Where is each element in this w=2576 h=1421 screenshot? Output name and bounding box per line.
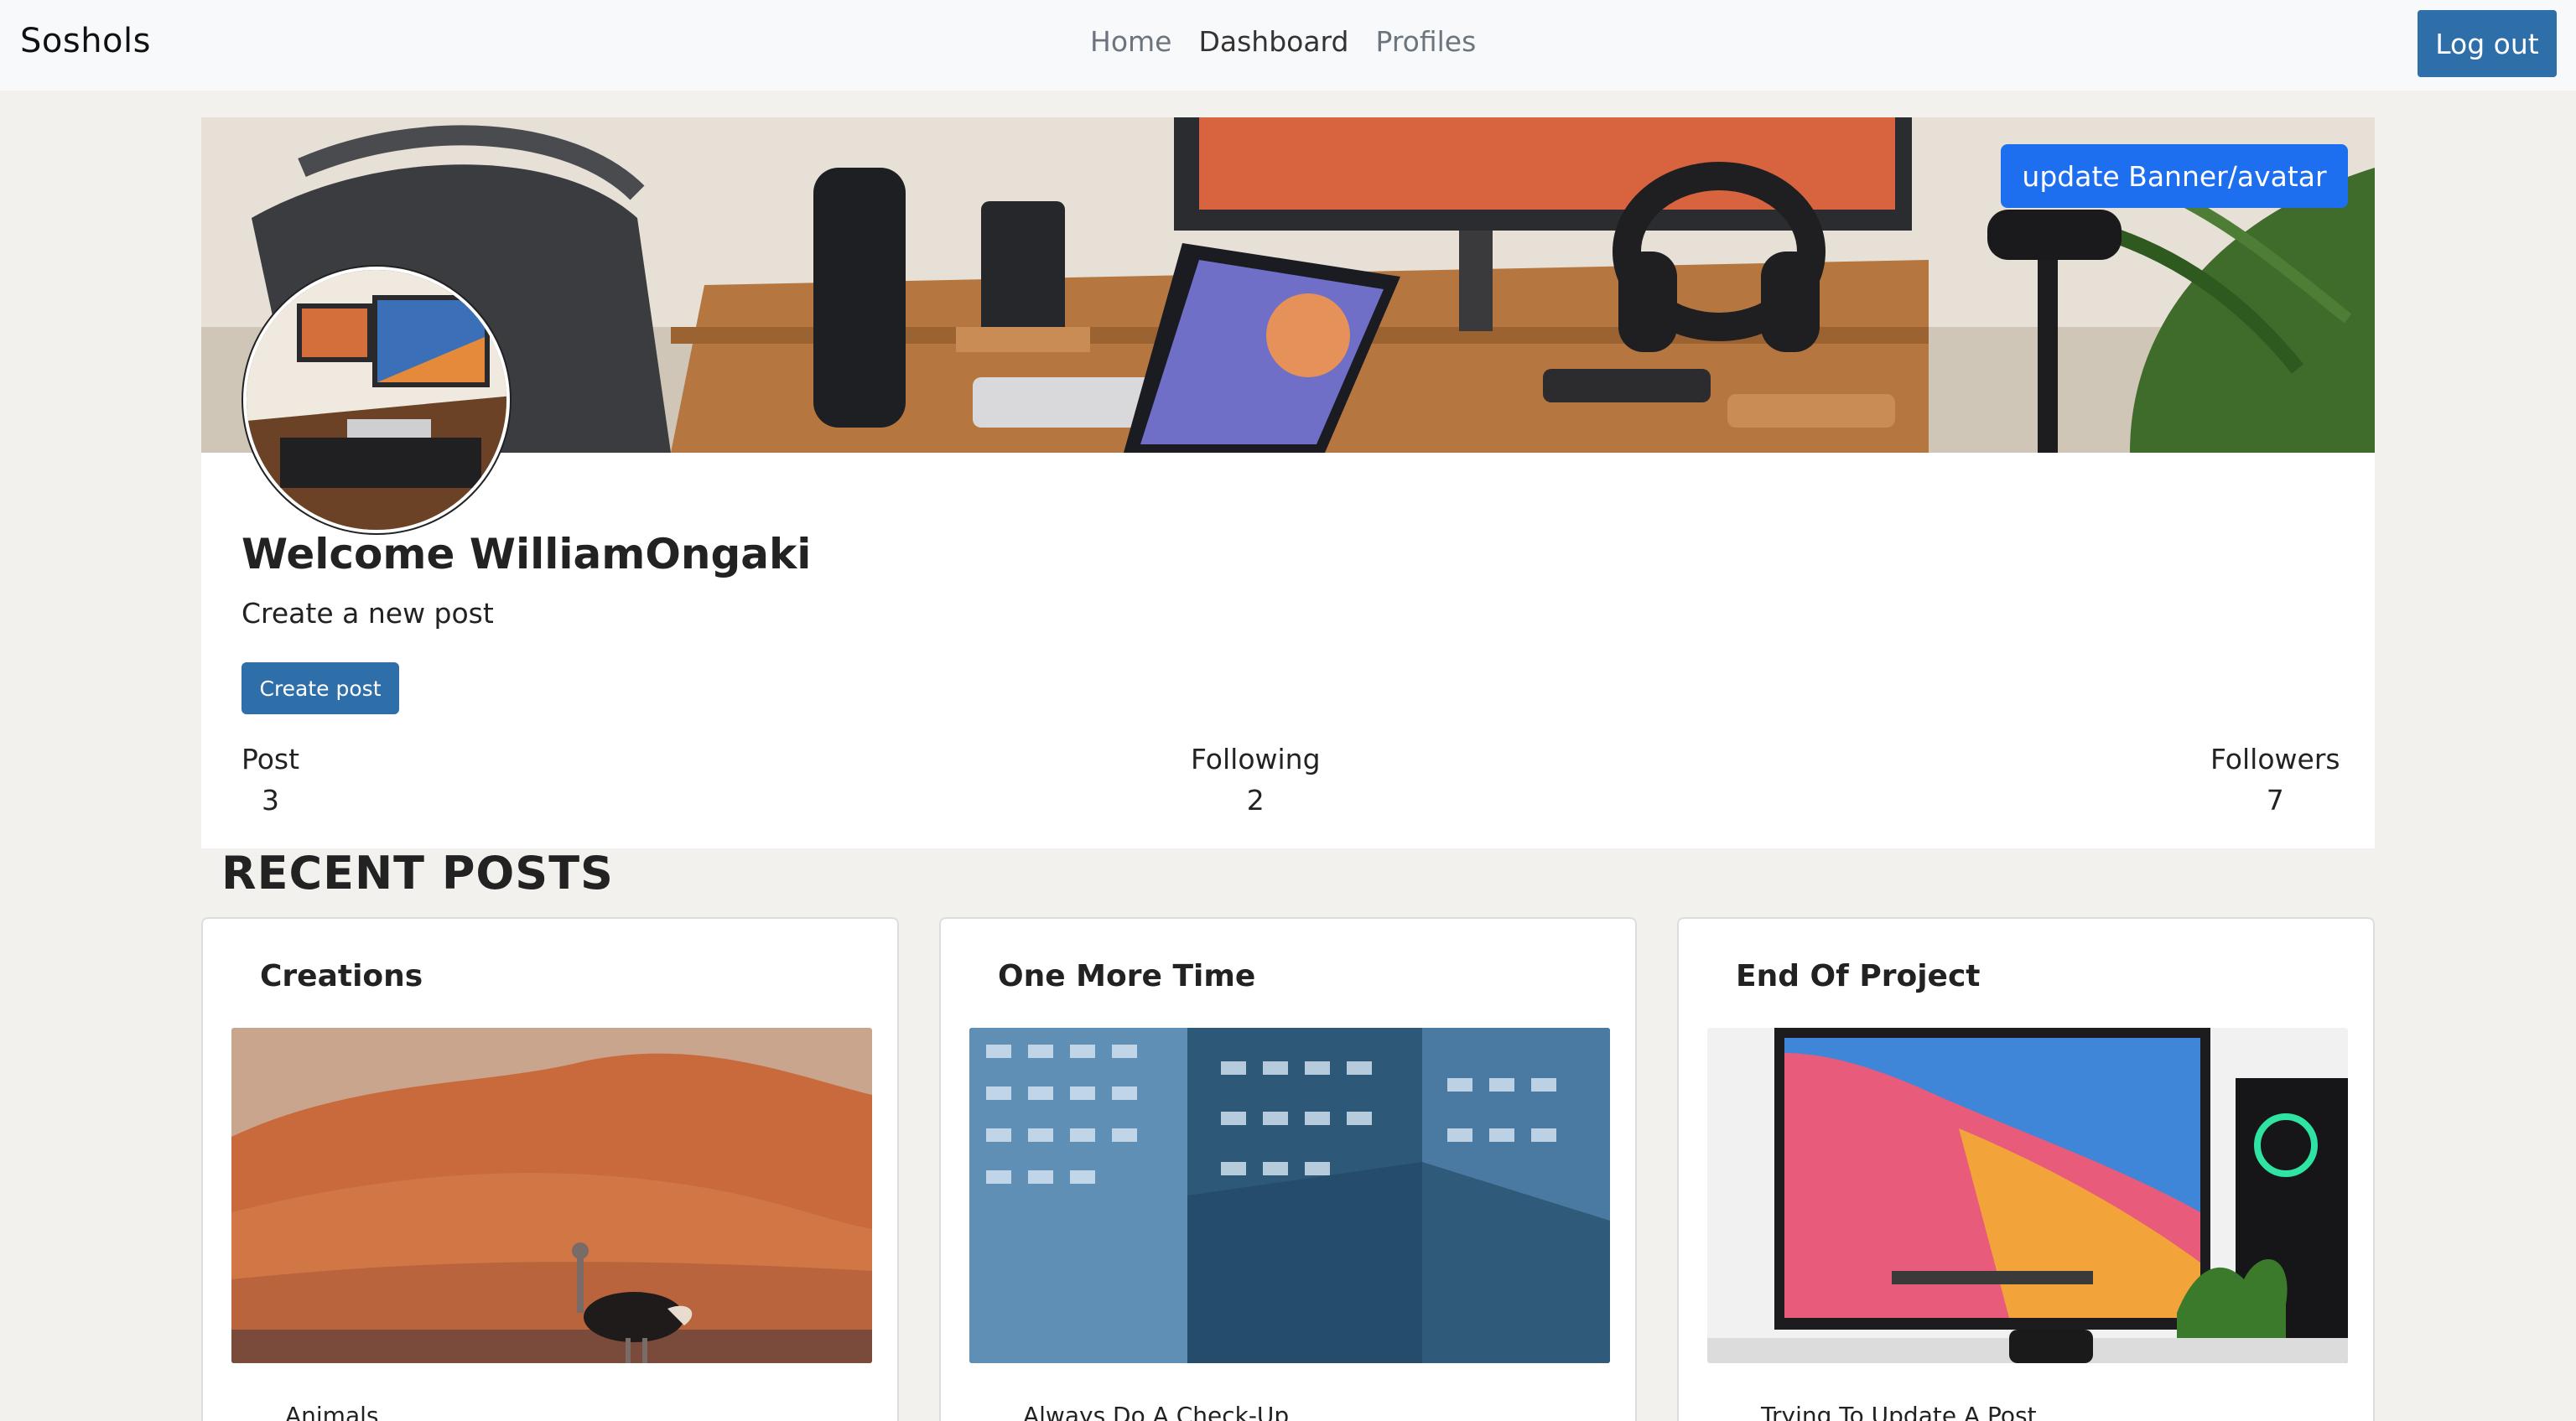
avatar-image (247, 270, 506, 530)
post-image-office-building[interactable] (969, 1028, 1610, 1363)
nav-link-profiles[interactable]: Profiles (1376, 25, 1477, 58)
top-navbar: Soshols Home Dashboard Profiles Log out (0, 0, 2576, 91)
post-card-creations[interactable]: Creations Animals (201, 917, 899, 1421)
stat-following-value: 2 (1246, 784, 1265, 817)
post-image-desert-ostrich[interactable] (231, 1028, 872, 1363)
stat-following[interactable]: Following 2 (1191, 743, 1321, 817)
nav-link-home[interactable]: Home (1090, 25, 1171, 58)
stat-posts-value: 3 (262, 784, 280, 817)
post-caption: Trying To Update A Post (1761, 1402, 2037, 1421)
stat-followers[interactable]: Followers 7 (2210, 743, 2340, 817)
post-title[interactable]: End Of Project (1736, 959, 1981, 993)
avatar[interactable] (243, 267, 510, 533)
office-building-image (969, 1028, 1610, 1363)
post-title[interactable]: Creations (260, 959, 423, 993)
post-caption: Animals (285, 1402, 379, 1421)
welcome-heading: Welcome WilliamOngaki (242, 530, 812, 578)
brand-logo[interactable]: Soshols (20, 22, 151, 60)
stat-following-label: Following (1191, 743, 1321, 775)
profile-card: update Banner/avatar Welcome WilliamOnga… (201, 117, 2375, 848)
stat-posts-label: Post (242, 743, 300, 775)
desert-ostrich-image (231, 1028, 872, 1363)
create-post-prompt: Create a new post (242, 597, 494, 630)
post-image-monitor-setup[interactable] (1707, 1028, 2348, 1363)
post-caption: Always Do A Check-Up (1023, 1402, 1290, 1421)
nav-link-dashboard[interactable]: Dashboard (1198, 25, 1348, 58)
create-post-button[interactable]: Create post (242, 662, 399, 714)
stat-followers-label: Followers (2210, 743, 2340, 775)
recent-posts-heading: RECENT POSTS (221, 847, 614, 900)
post-title[interactable]: One More Time (998, 959, 1255, 993)
monitor-desk-setup-image (1707, 1028, 2348, 1363)
stat-posts[interactable]: Post 3 (242, 743, 299, 817)
stat-followers-value: 7 (2266, 784, 2284, 817)
post-card-one-more-time[interactable]: One More Time Always Do A Check-Up (939, 917, 1637, 1421)
logout-button[interactable]: Log out (2418, 10, 2557, 77)
update-banner-avatar-button[interactable]: update Banner/avatar (2001, 144, 2348, 208)
post-card-end-of-project[interactable]: End Of Project Trying To Update A Post (1677, 917, 2375, 1421)
main-nav: Home Dashboard Profiles (1090, 25, 1476, 58)
